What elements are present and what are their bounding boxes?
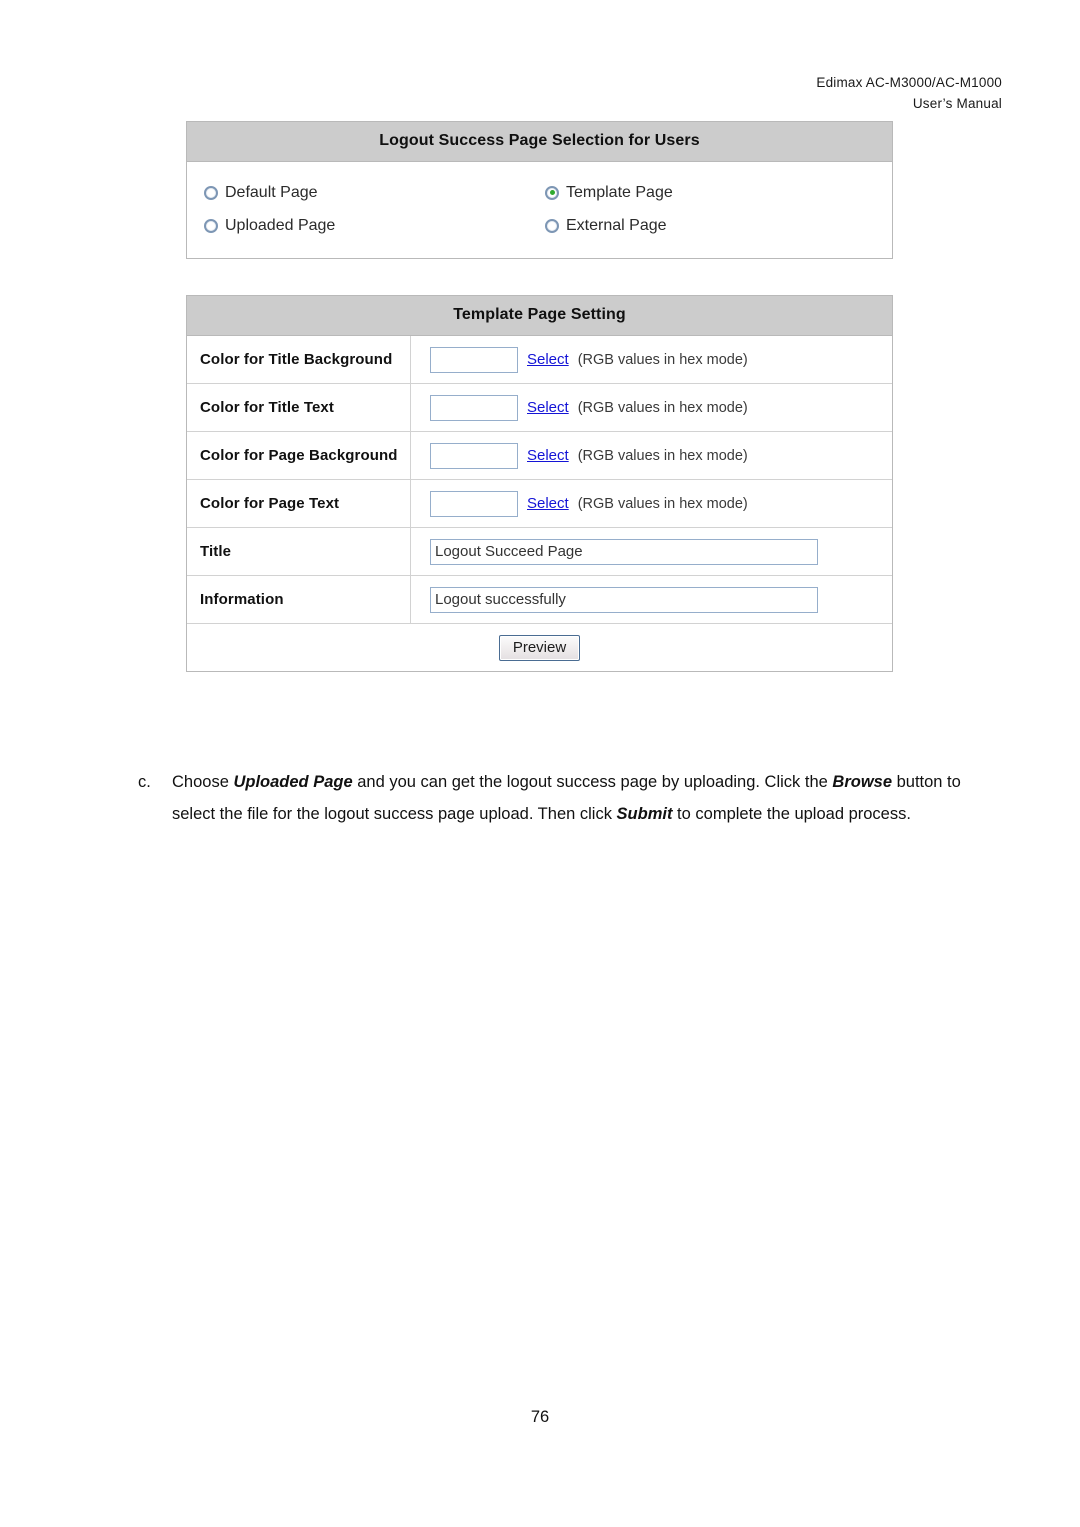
field-title: Logout Succeed Page xyxy=(411,528,892,575)
row-color-title-background: Color for Title Background Select (RGB v… xyxy=(187,336,892,384)
label-information: Information xyxy=(187,576,411,623)
instruction-emphasis-browse: Browse xyxy=(832,773,893,791)
select-link-title-background[interactable]: Select xyxy=(527,351,569,368)
instruction-segment-2: and you can get the logout success page … xyxy=(352,773,833,791)
input-information[interactable]: Logout successfully xyxy=(430,586,818,613)
radio-option-default-page[interactable]: Default Page xyxy=(187,184,537,202)
radio-uploaded-page-icon[interactable] xyxy=(204,218,218,233)
document-header-manual: User’s Manual xyxy=(912,96,1002,111)
input-color-page-text[interactable] xyxy=(430,490,518,517)
instruction-emphasis-uploaded-page: Uploaded Page xyxy=(233,773,353,791)
preview-button[interactable]: Preview xyxy=(498,634,581,661)
input-color-title-background[interactable] xyxy=(430,346,518,373)
selection-panel-title: Logout Success Page Selection for Users xyxy=(187,122,892,162)
logout-success-page-selection-panel: Logout Success Page Selection for Users … xyxy=(186,121,893,259)
radio-default-page-label: Default Page xyxy=(225,183,318,201)
input-color-title-text[interactable] xyxy=(430,394,518,421)
label-color-title-text: Color for Title Text xyxy=(187,384,411,431)
field-color-page-text: Select (RGB values in hex mode) xyxy=(411,480,892,527)
instruction-marker: c. xyxy=(138,773,151,791)
label-color-page-text: Color for Page Text xyxy=(187,480,411,527)
radio-option-external-page[interactable]: External Page xyxy=(537,217,667,235)
radio-external-page-icon[interactable] xyxy=(545,218,559,233)
row-color-title-text: Color for Title Text Select (RGB values … xyxy=(187,384,892,432)
hint-page-text: (RGB values in hex mode) xyxy=(577,495,748,512)
radio-default-page-icon[interactable] xyxy=(204,185,218,200)
preview-button-container: Preview xyxy=(187,624,892,671)
template-page-setting-panel: Template Page Setting Color for Title Ba… xyxy=(186,295,893,672)
row-information: Information Logout successfully xyxy=(187,576,892,624)
selection-options-row-2: Uploaded Page External Page xyxy=(187,209,892,242)
document-header-product: Edimax AC-M3000/AC-M1000 xyxy=(816,75,1002,90)
template-panel-title: Template Page Setting xyxy=(187,296,892,336)
select-link-page-background[interactable]: Select xyxy=(527,447,569,464)
instruction-paragraph: c. Choose Uploaded Page and you can get … xyxy=(138,766,998,830)
field-color-title-background: Select (RGB values in hex mode) xyxy=(411,336,892,383)
hint-title-background: (RGB values in hex mode) xyxy=(577,351,748,368)
instruction-body: Choose Uploaded Page and you can get the… xyxy=(172,766,998,830)
hint-page-background: (RGB values in hex mode) xyxy=(577,447,748,464)
label-title: Title xyxy=(187,528,411,575)
select-link-title-text[interactable]: Select xyxy=(527,399,569,416)
instruction-segment-4: to complete the upload process. xyxy=(672,805,911,823)
radio-uploaded-page-label: Uploaded Page xyxy=(225,216,336,234)
field-color-page-background: Select (RGB values in hex mode) xyxy=(411,432,892,479)
radio-option-uploaded-page[interactable]: Uploaded Page xyxy=(187,217,537,235)
field-color-title-text: Select (RGB values in hex mode) xyxy=(411,384,892,431)
field-information: Logout successfully xyxy=(411,576,892,623)
selection-options-row-1: Default Page Template Page xyxy=(187,176,892,209)
hint-title-text: (RGB values in hex mode) xyxy=(577,399,748,416)
label-color-title-background: Color for Title Background xyxy=(187,336,411,383)
radio-template-page-icon[interactable] xyxy=(545,185,559,200)
instruction-emphasis-submit: Submit xyxy=(616,805,673,823)
input-color-page-background[interactable] xyxy=(430,442,518,469)
row-color-page-background: Color for Page Background Select (RGB va… xyxy=(187,432,892,480)
instruction-segment-1: Choose xyxy=(172,773,234,791)
radio-option-template-page[interactable]: Template Page xyxy=(537,184,673,202)
radio-external-page-label: External Page xyxy=(566,216,667,234)
radio-template-page-label: Template Page xyxy=(566,183,673,201)
input-title[interactable]: Logout Succeed Page xyxy=(430,538,818,565)
select-link-page-text[interactable]: Select xyxy=(527,495,569,512)
row-color-page-text: Color for Page Text Select (RGB values i… xyxy=(187,480,892,528)
row-title: Title Logout Succeed Page xyxy=(187,528,892,576)
document-header: Edimax AC-M3000/AC-M1000 User’s Manual xyxy=(816,72,1002,114)
selection-options-grid: Default Page Template Page Uploaded Page… xyxy=(187,162,892,258)
label-color-page-background: Color for Page Background xyxy=(187,432,411,479)
row-preview-action: Preview xyxy=(187,624,892,671)
page-number: 76 xyxy=(530,1408,550,1426)
